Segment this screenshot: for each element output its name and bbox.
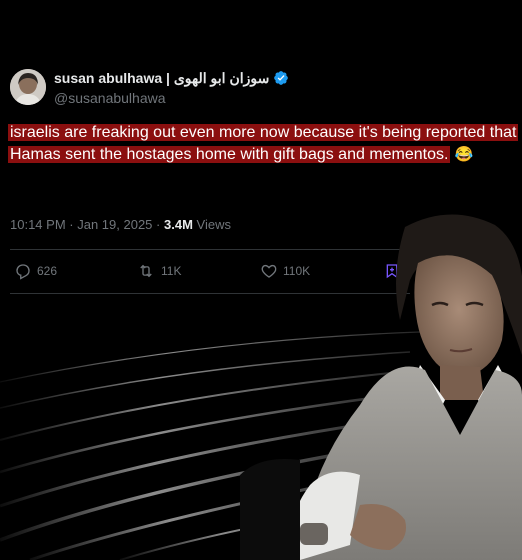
display-name[interactable]: susan abulhawa | سوزان ابو الهوى bbox=[54, 69, 269, 87]
tweet-date[interactable]: Jan 19, 2025 bbox=[77, 217, 152, 232]
laughing-emoji: 😂 bbox=[454, 146, 474, 163]
avatar[interactable] bbox=[10, 69, 46, 105]
tweet-text-line-2: Hamas sent the hostages home with gift b… bbox=[8, 146, 451, 163]
tweet-text-line-1: israelis are freaking out even more now … bbox=[8, 124, 519, 141]
views-count: 3.4M bbox=[164, 217, 193, 232]
tweet-header: susan abulhawa | سوزان ابو الهوى @susana… bbox=[10, 69, 289, 107]
repost-count: 11K bbox=[161, 264, 182, 278]
repost-button[interactable]: 11K bbox=[136, 262, 181, 280]
meta-separator: · bbox=[156, 217, 164, 232]
handle[interactable]: @susanabulhawa bbox=[54, 89, 289, 107]
reply-count: 626 bbox=[37, 264, 58, 278]
tweet-time[interactable]: 10:14 PM bbox=[10, 217, 66, 232]
reply-icon bbox=[16, 264, 30, 280]
repost-icon bbox=[140, 264, 152, 278]
verified-badge-icon bbox=[274, 71, 289, 85]
reply-button[interactable]: 626 bbox=[14, 262, 57, 280]
tweet-text: israelis are freaking out even more now … bbox=[8, 122, 522, 166]
portrait-photo bbox=[240, 214, 522, 560]
tweet-meta: 10:14 PM · Jan 19, 2025 · 3.4M Views bbox=[10, 217, 231, 232]
views-label: Views bbox=[196, 217, 231, 232]
